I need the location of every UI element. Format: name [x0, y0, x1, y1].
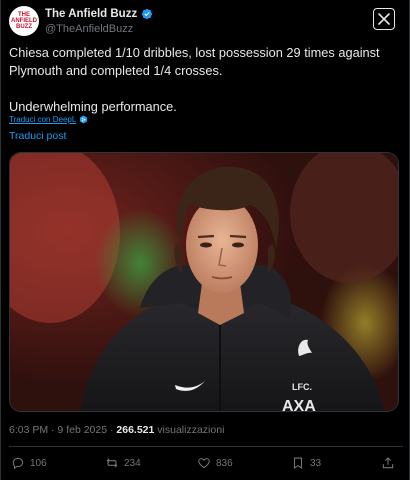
like-button[interactable]: 836 [197, 456, 233, 470]
account-handle[interactable]: @TheAnfieldBuzz [45, 23, 133, 35]
reply-icon [12, 457, 24, 470]
bookmark-icon [293, 457, 303, 469]
tweet-text-line: Underwhelming performance. [9, 99, 177, 114]
repost-count: 234 [124, 457, 141, 469]
grok-icon[interactable] [373, 8, 395, 30]
share-button[interactable] [381, 456, 395, 470]
account-name[interactable]: The Anfield Buzz [45, 8, 137, 20]
tweet-photo[interactable]: LFC. AXA [9, 152, 399, 412]
bookmark-button[interactable]: 33 [291, 456, 321, 470]
views-count: 266.521 [116, 424, 155, 436]
tweet-text-line: Chiesa completed 1/10 dribbles, lost pos… [9, 45, 380, 60]
avatar-logo-text: THE ANFIELD BUZZ [11, 12, 37, 30]
like-count: 836 [216, 457, 233, 469]
views-label: visualizzazioni [154, 424, 225, 436]
divider [9, 446, 403, 447]
deepl-icon [80, 115, 88, 124]
translate-post-link[interactable]: Traduci post [9, 130, 66, 142]
reply-count: 106 [30, 457, 47, 469]
repost-icon [106, 458, 118, 468]
share-icon [382, 457, 394, 469]
name-row: The Anfield Buzz [45, 8, 153, 20]
tweet-timestamp[interactable]: 6:03 PM · 9 feb 2025 · [9, 424, 116, 436]
tweet-card: THE ANFIELD BUZZ The Anfield Buzz @TheAn… [0, 0, 410, 480]
repost-button[interactable]: 234 [105, 456, 141, 470]
lfc-badge-text: LFC. [292, 382, 312, 392]
translated-by-label: Traduci con DeepL [9, 115, 77, 124]
grok-glyph-icon [378, 13, 390, 25]
verified-badge-icon [142, 8, 153, 20]
sponsor-logo-text: AXA [282, 398, 316, 412]
tweet-meta: 6:03 PM · 9 feb 2025 · 266.521 visualizz… [9, 424, 224, 436]
tweet-header: THE ANFIELD BUZZ The Anfield Buzz @TheAn… [9, 6, 403, 40]
avatar[interactable]: THE ANFIELD BUZZ [9, 6, 39, 36]
translated-by-deepl[interactable]: Traduci con DeepL [9, 115, 88, 124]
tweet-text: Chiesa completed 1/10 dribbles, lost pos… [9, 44, 399, 116]
bookmark-count: 33 [310, 457, 322, 469]
reply-button[interactable]: 106 [11, 456, 47, 470]
tweet-text-line: Plymouth and completed 1/4 crosses. [9, 63, 223, 78]
action-bar: 106 234 836 33 [9, 456, 399, 474]
player-photo: LFC. AXA [10, 153, 398, 412]
heart-icon [198, 458, 210, 469]
